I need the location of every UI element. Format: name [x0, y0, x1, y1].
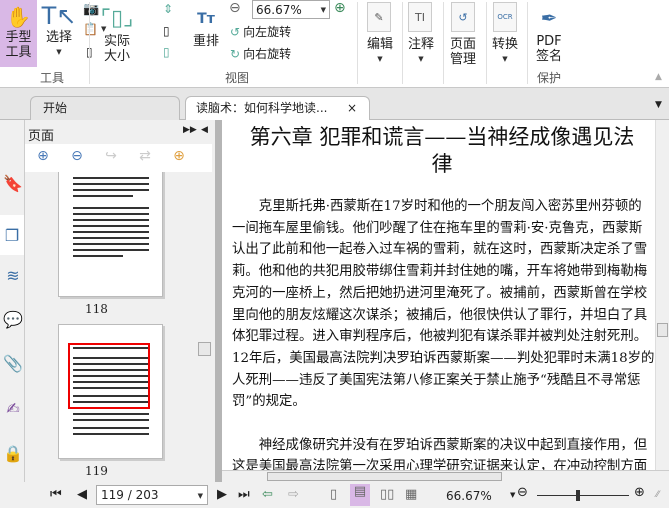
status-bar: ⏮ ◀ 119 / 203 ▼ ▶ ⏭ ⇦ ⇨ ▯ ▤ ▯▯ ▦ 66.67% ▼… — [0, 482, 669, 508]
pages-panel: 页面 ▶▶ ◀ ⊕ ⊖ ↪ ⇄ ⊕ 118 119 — [25, 120, 215, 482]
text-line: 12年后，美国最高法院判决罗珀诉西蒙斯案——判处犯罪时未满18岁的 — [232, 350, 655, 366]
page-management-button[interactable]: 页面 管理 — [443, 37, 483, 67]
panel-collapse-icon[interactable]: ◀ — [201, 125, 208, 135]
text-cursor-icon: T↖ — [41, 2, 77, 30]
panel-splitter[interactable] — [215, 120, 222, 482]
text-line: 认出了此前和他一起卷入过车祸的雪莉，就在这时，西蒙斯决定杀了雪 — [232, 242, 648, 258]
tab-document[interactable]: 读脑术：如何科学地读... × — [185, 96, 370, 120]
zoom-dropdown-icon[interactable]: ▼ — [510, 491, 515, 499]
zoom-out-icon[interactable]: ⊖ — [229, 0, 241, 16]
text-line: 神经成像研究并没有在罗珀诉西蒙斯案的决议中起到直接作用，但 — [232, 437, 648, 453]
extract-page-icon[interactable]: ↪ — [101, 148, 121, 168]
sidebar-rail: 🔖 ❐ ≋ 💬 📎 ✍ 🔒 — [0, 120, 25, 482]
thumbnail-scrollbar[interactable] — [197, 172, 212, 482]
security-lock-icon[interactable]: 🔒 — [2, 440, 24, 466]
tab-list-dropdown-icon[interactable]: ▼ — [655, 100, 662, 110]
annotate-icon: TI — [408, 2, 432, 32]
panel-expand-icon[interactable]: ▶▶ — [183, 125, 197, 135]
current-view-indicator[interactable] — [68, 343, 150, 409]
attachment-icon[interactable]: 📎 — [2, 350, 24, 376]
page-thumbnail-118[interactable] — [58, 172, 163, 297]
text-line: 这是美国最高法院第一次采用心理学研究证据来认定，在冲动控制方面 — [232, 459, 648, 470]
page-frame-icon: ⌜▯⌟ — [100, 6, 134, 31]
zoom-out-button[interactable]: ⊖ — [517, 485, 528, 500]
snapshot-icon[interactable]: 📷 — [83, 2, 99, 17]
hand-icon: ✋ — [6, 5, 31, 29]
reflow-icon: Tт — [197, 11, 215, 27]
chapter-title: 第六章 犯罪和谎言——当神经成像遇见法律 — [249, 125, 635, 176]
shrink-thumbnail-icon[interactable]: ⊖ — [67, 148, 87, 168]
ribbon-toolbar: ✋ 手型 工具 T↖ 选择▼ 📷 📋▼ ▯ 工具 ⌜▯⌟ 实际 大小 ⇕ ▯ ▯… — [0, 0, 669, 88]
text-line: 莉。他和他的共犯用胶带绑住雪莉并封住她的嘴，开车将她带到梅勒梅 — [232, 264, 648, 280]
horizontal-scrollbar[interactable] — [222, 470, 669, 482]
page-rotate-icon: ↺ — [451, 2, 475, 32]
close-tab-icon[interactable]: × — [347, 97, 357, 119]
signature-icon[interactable]: ✍ — [2, 395, 24, 421]
document-page: 第六章 犯罪和谎言——当神经成像遇见法律 克里斯托弗·西蒙斯在17岁时和他的一个… — [222, 120, 655, 470]
text-line: 克河的一座桥上，然后把她扔进河里淹死了。被捕前，西蒙斯曾在学校 — [232, 285, 648, 301]
resize-grip-icon[interactable]: ⁄⁄ — [656, 490, 659, 500]
layers-icon[interactable]: ≋ — [2, 262, 24, 288]
enlarge-thumbnail-icon[interactable]: ⊕ — [33, 148, 53, 168]
pen-icon: ✒ — [540, 6, 558, 30]
last-page-button[interactable]: ⏭ — [238, 487, 250, 502]
select-button[interactable]: T↖ 选择 ▼ — [40, 2, 78, 60]
first-page-button[interactable]: ⏮ — [50, 487, 62, 502]
panel-title: 页面 — [28, 129, 55, 144]
pdf-sign-button[interactable]: ✒ PDF 签名 — [530, 2, 568, 64]
zoom-level-display[interactable]: 66.67% — [446, 489, 492, 503]
actual-size-button[interactable]: ⌜▯⌟ 实际 大小 — [98, 4, 136, 64]
edit-button[interactable]: 编辑 ▼ — [362, 37, 398, 67]
tab-start[interactable]: 开始 — [30, 96, 180, 120]
vertical-scrollbar[interactable] — [655, 120, 669, 470]
convert-button[interactable]: 转换 ▼ — [487, 37, 523, 67]
replace-page-icon[interactable]: ⇄ — [135, 148, 155, 168]
text-line: 克里斯托弗·西蒙斯在17岁时和他的一个朋友闯入密苏里州芬顿的 — [232, 199, 642, 214]
zoom-select[interactable]: 66.67% ▼ — [252, 0, 330, 19]
zoom-slider-thumb[interactable] — [576, 490, 581, 501]
tab-bar: 开始 读脑术：如何科学地读... × ▼ — [0, 88, 669, 120]
facing-pages-icon[interactable]: ▯▯ — [380, 487, 394, 502]
hand-tool-button[interactable]: ✋ 手型 工具 — [0, 0, 37, 67]
edit-icon: ✎ — [367, 2, 391, 32]
previous-view-icon[interactable]: ⇦ — [262, 487, 273, 502]
next-view-icon[interactable]: ⇨ — [288, 487, 299, 502]
text-line: 里向他的朋友炫耀这次谋杀；被捕后，他很快供认了罪行，并坦白了具 — [232, 307, 648, 323]
thumbnail-list: 118 119 — [25, 172, 215, 482]
annotate-button[interactable]: 注释 ▼ — [403, 37, 439, 67]
rotate-right-icon: ↻ — [230, 46, 241, 61]
pages-icon[interactable]: ❐ — [0, 215, 24, 255]
insert-page-icon[interactable]: ⊕ — [169, 148, 189, 168]
single-page-icon[interactable]: ▯ — [330, 487, 337, 502]
rotate-left-button[interactable]: ↺ 向左旋转 — [230, 23, 291, 40]
fit-visible-icon[interactable]: ▯ — [163, 45, 170, 59]
rotate-right-button[interactable]: ↻ 向右旋转 — [230, 45, 291, 62]
previous-page-button[interactable]: ◀ — [77, 487, 87, 502]
bookmark-icon[interactable]: 🔖 — [2, 170, 24, 196]
fit-width-icon[interactable]: ▯ — [163, 24, 170, 38]
zoom-slider[interactable] — [537, 490, 629, 501]
text-line: 罚”的规定。 — [232, 394, 306, 410]
page-number-input[interactable]: 119 / 203 ▼ — [96, 485, 208, 505]
text-line: 人死刑——违反了美国宪法第八修正案关于禁止施予“残酷且不寻常惩 — [232, 372, 641, 388]
rotate-left-icon: ↺ — [230, 24, 241, 39]
zoom-in-button[interactable]: ⊕ — [634, 485, 645, 500]
text-line: 一间拖车屋里偷钱。他们吵醒了住在拖车里的雪莉·安·克鲁克，西蒙斯 — [232, 220, 643, 236]
comments-icon[interactable]: 💬 — [2, 306, 24, 332]
next-page-button[interactable]: ▶ — [217, 487, 227, 502]
reflow-button[interactable]: Tт 重排 — [188, 4, 224, 49]
text-line: 体犯罪过程。进入审判程序后，他被判犯有谋杀罪并被判处注射死刑。 — [232, 329, 648, 345]
continuous-page-icon[interactable]: ▤ — [350, 484, 370, 506]
fit-page-icon[interactable]: ⇕ — [163, 2, 173, 16]
continuous-facing-icon[interactable]: ▦ — [405, 487, 417, 502]
zoom-in-icon[interactable]: ⊕ — [334, 0, 346, 16]
page-thumbnail-119[interactable] — [58, 324, 163, 459]
collapse-ribbon-icon[interactable]: ▲ — [655, 72, 662, 82]
ocr-icon: OCR — [493, 2, 517, 32]
